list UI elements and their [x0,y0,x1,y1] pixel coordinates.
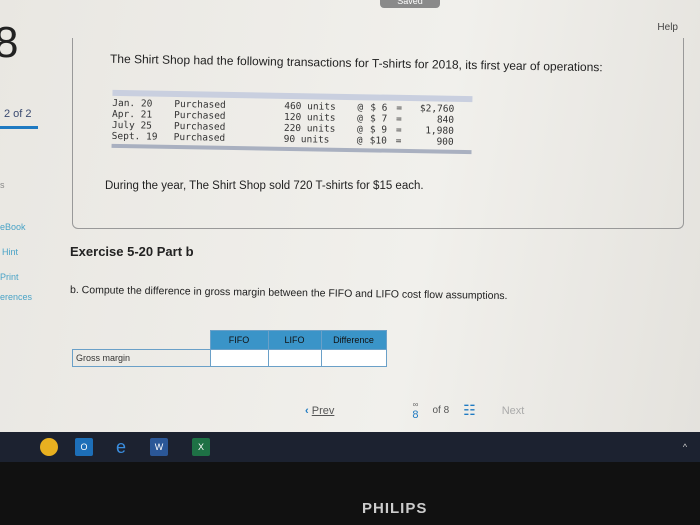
chevron-up-icon[interactable]: ^ [676,438,694,456]
header-fifo: FIFO [209,330,269,350]
grid-icon[interactable]: ☷ [463,402,476,419]
action: Purchased [173,131,226,144]
saved-indicator: Saved [380,0,440,8]
outlook-icon[interactable]: O [75,438,93,456]
transactions-table: Jan. 20 Purchased 460 units @ $ 6 = $2,760 Apr… [111,89,473,155]
at: @ [357,113,364,125]
part-pager: 2 of 2 [4,108,32,120]
excel-icon[interactable]: X [192,438,210,456]
prev-button[interactable]: ‹ Prev [305,405,334,417]
answer-table: FIFO LIFO Difference Gross margin [72,330,387,367]
date: Sept. 19 [111,130,158,143]
pager-progress-bar [0,126,38,129]
sidebar-item-ebook[interactable]: eBook [0,222,26,232]
equals: = [396,102,403,114]
edge-icon[interactable]: e [112,438,130,456]
lifo-input[interactable] [267,349,322,367]
at: @ [356,135,363,147]
sidebar-item[interactable]: s [0,180,5,190]
price: $ 7 [369,113,388,125]
total: 900 [436,136,454,148]
header-lifo: LIFO [267,330,322,350]
question-total: of 8 [432,405,450,416]
chevron-left-icon: ‹ [305,404,309,417]
chrome-icon[interactable] [40,438,58,456]
gross-margin-label: Gross margin [72,349,211,367]
next-button[interactable]: Next [502,405,525,417]
equals: = [395,113,402,125]
total: 840 [436,114,455,126]
current-number: 8 [412,409,419,421]
price: $ 9 [369,124,388,136]
price: $10 [369,135,387,147]
monitor-brand-logo: PHILIPS [362,500,428,517]
units: 90 units [283,133,330,146]
sidebar-item-references[interactable]: erences [0,292,32,302]
exercise-title: Exercise 5-20 Part b [70,244,194,259]
word-icon[interactable]: W [150,438,168,456]
blank-header [73,331,211,350]
equals: = [395,135,402,147]
total: $2,760 [419,103,455,115]
question-navigation: ‹ Prev ∞ 8 of 8 ☷ Next [305,400,524,421]
exercise-question: b. Compute the difference in gross margi… [69,283,508,303]
prev-label: Prev [311,404,335,417]
sidebar-item-print[interactable]: Print [0,272,19,282]
header-difference: Difference [320,330,387,350]
price: $ 6 [370,102,388,114]
sidebar-item-hint[interactable]: Hint [2,247,18,257]
taskbar: O e W X ^ [0,432,700,462]
sales-statement: During the year, The Shirt Shop sold 720… [105,180,424,192]
difference-input[interactable] [320,349,387,367]
at: @ [357,102,364,114]
help-link[interactable]: Help [657,22,678,33]
total: 1,980 [425,125,454,137]
screen: Saved Help 8 2 of 2 s eBook Hint Print e… [0,0,700,432]
link-icon: ∞ [412,400,419,409]
question-number: 8 [0,18,19,67]
fifo-input[interactable] [209,349,269,367]
equals: = [395,124,402,136]
current-question: ∞ 8 [412,400,418,421]
at: @ [356,124,363,136]
